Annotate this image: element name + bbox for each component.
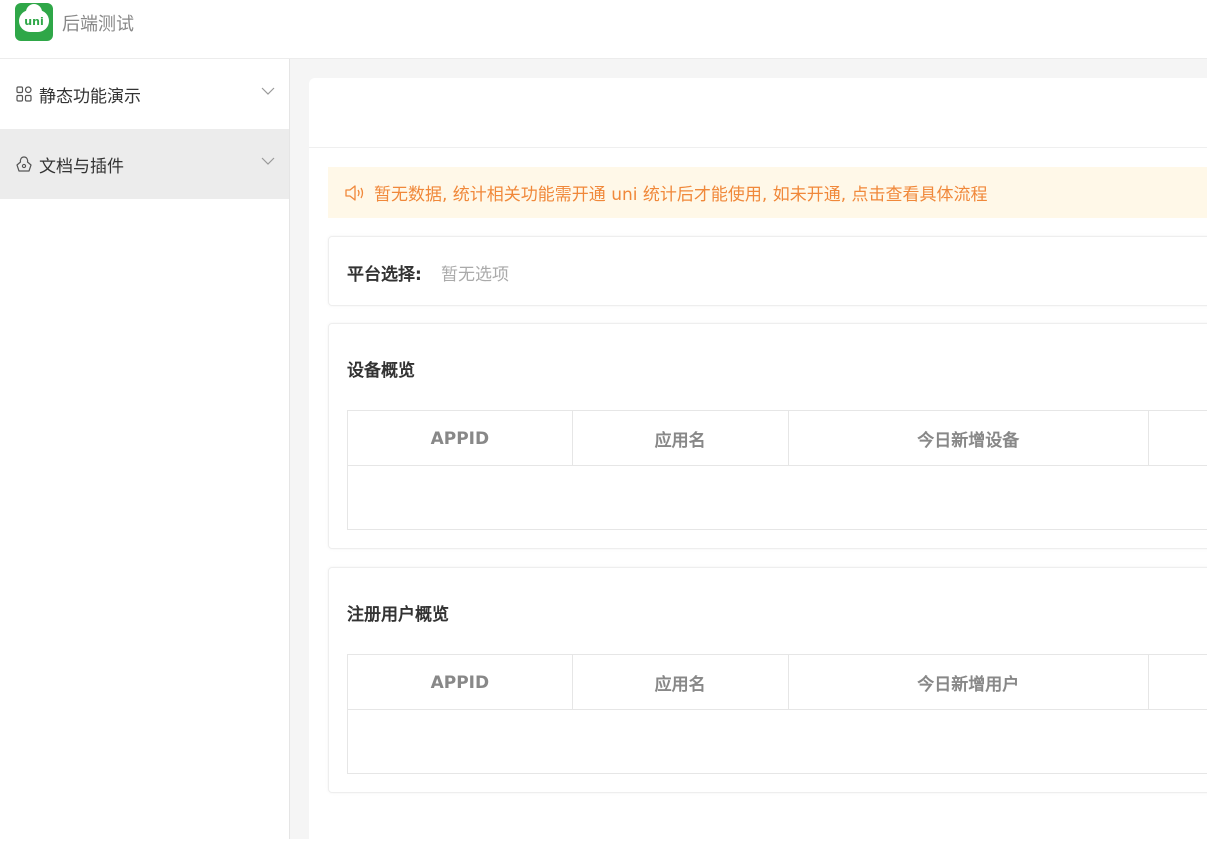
app-title: 后端测试 bbox=[62, 14, 134, 35]
sidebar: 静态功能演示 文档与插件 bbox=[0, 59, 290, 839]
column-header-more[interactable] bbox=[1149, 655, 1207, 710]
table-body bbox=[348, 710, 1207, 773]
plugin-icon bbox=[16, 156, 32, 172]
column-header-more[interactable] bbox=[1149, 411, 1207, 466]
sidebar-item-docs-plugins[interactable]: 文档与插件 bbox=[0, 129, 289, 199]
column-header-appid[interactable]: APPID bbox=[348, 411, 573, 466]
user-overview-card: 注册用户概览 APPID 应用名 今日新增用户 bbox=[328, 567, 1207, 793]
grid-icon bbox=[16, 86, 32, 102]
logo-text: uni bbox=[24, 15, 44, 28]
sidebar-item-label: 静态功能演示 bbox=[39, 86, 141, 107]
device-overview-table: APPID 应用名 今日新增设备 bbox=[347, 410, 1207, 530]
chevron-down-icon bbox=[261, 157, 275, 165]
notice-text: 暂无数据, 统计相关功能需开通 uni 统计后才能使用, 如未开通, 点击查看具… bbox=[374, 185, 988, 205]
platform-filter-card: 平台选择: 暂无选项 bbox=[328, 236, 1207, 306]
column-header-new-devices[interactable]: 今日新增设备 bbox=[789, 411, 1150, 466]
notice-bar[interactable]: 暂无数据, 统计相关功能需开通 uni 统计后才能使用, 如未开通, 点击查看具… bbox=[328, 167, 1207, 218]
platform-filter-label: 平台选择: bbox=[347, 265, 422, 285]
device-overview-title: 设备概览 bbox=[347, 361, 415, 381]
app-logo[interactable]: uni bbox=[15, 3, 53, 41]
table-header: APPID 应用名 今日新增用户 bbox=[348, 655, 1207, 710]
speaker-icon bbox=[345, 184, 364, 201]
top-bar: uni 后端测试 bbox=[0, 0, 1207, 59]
sidebar-item-static-demo[interactable]: 静态功能演示 bbox=[0, 59, 289, 129]
table-header: APPID 应用名 今日新增设备 bbox=[348, 411, 1207, 466]
sidebar-item-label: 文档与插件 bbox=[39, 156, 124, 177]
main-content: 暂无数据, 统计相关功能需开通 uni 统计后才能使用, 如未开通, 点击查看具… bbox=[290, 59, 1207, 858]
table-body bbox=[348, 466, 1207, 529]
panel-header bbox=[309, 78, 1207, 148]
platform-filter-value[interactable]: 暂无选项 bbox=[441, 260, 509, 285]
column-header-appid[interactable]: APPID bbox=[348, 655, 573, 710]
cloud-icon: uni bbox=[19, 4, 49, 32]
user-overview-table: APPID 应用名 今日新增用户 bbox=[347, 654, 1207, 774]
device-overview-card: 设备概览 APPID 应用名 今日新增设备 bbox=[328, 323, 1207, 549]
column-header-app-name[interactable]: 应用名 bbox=[573, 411, 789, 466]
content-panel: 暂无数据, 统计相关功能需开通 uni 统计后才能使用, 如未开通, 点击查看具… bbox=[309, 78, 1207, 858]
column-header-new-users[interactable]: 今日新增用户 bbox=[789, 655, 1150, 710]
user-overview-title: 注册用户概览 bbox=[347, 605, 449, 625]
chevron-down-icon bbox=[261, 87, 275, 95]
column-header-app-name[interactable]: 应用名 bbox=[573, 655, 789, 710]
